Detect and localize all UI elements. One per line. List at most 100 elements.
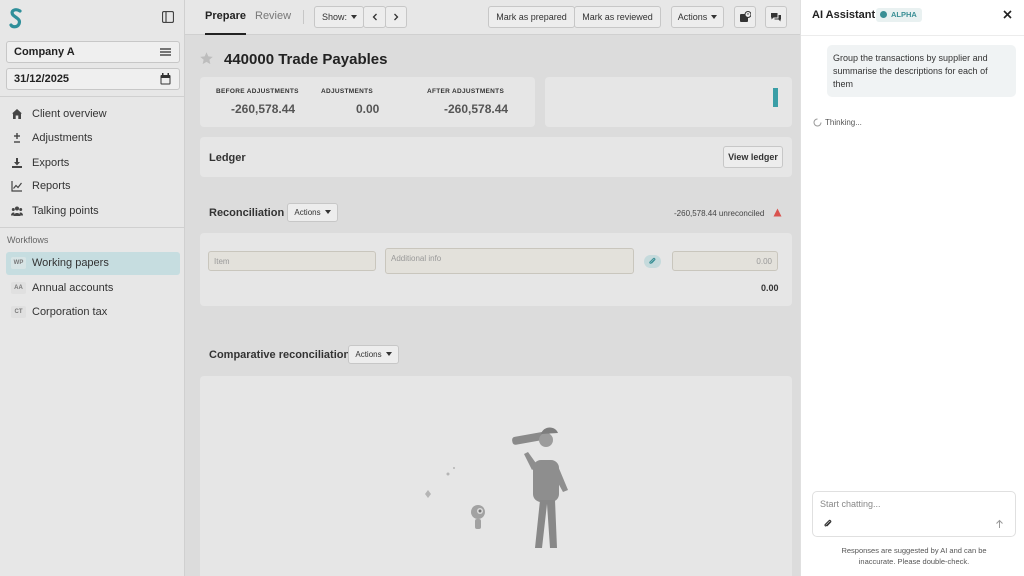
comparative-empty-state	[200, 376, 792, 576]
nav-annual-accounts[interactable]: AA Annual accounts	[6, 277, 180, 299]
company-select[interactable]: Company A	[6, 41, 180, 63]
chevron-down-icon	[324, 210, 331, 214]
actions-label: Actions	[294, 208, 321, 217]
sidebar: Company A 31/12/2025 Client overview Adj…	[0, 0, 185, 576]
nav-adjustments[interactable]: Adjustments	[6, 127, 180, 149]
calendar-icon	[160, 73, 171, 85]
nav-label: Client overview	[32, 108, 107, 120]
paperclip-icon[interactable]	[823, 519, 833, 529]
history-button[interactable]	[734, 6, 756, 28]
panel-divider	[801, 35, 1024, 36]
toolbar-separator	[303, 10, 304, 24]
comparative-actions-button[interactable]: Actions	[348, 345, 399, 364]
unreconciled-amount: -260,578.44 unreconciled	[674, 209, 765, 218]
reconciliation-actions-button[interactable]: Actions	[287, 203, 338, 222]
warning-icon	[773, 208, 782, 217]
show-label: Show:	[322, 12, 348, 22]
stat-value: -260,578.44	[444, 102, 509, 116]
home-icon	[12, 109, 22, 119]
chevron-down-icon	[385, 352, 392, 356]
comments-icon	[771, 13, 781, 22]
main-content: 440000 Trade Payables BEFORE ADJUSTMENTS…	[185, 35, 800, 576]
top-toolbar: Prepare Review Show: Mark as prepared Ma…	[185, 0, 800, 35]
stat-label: ADJUSTMENTS	[321, 88, 374, 95]
ledger-card: Ledger View ledger	[200, 137, 792, 177]
balance-indicator-bar	[773, 88, 778, 107]
chart-icon	[11, 181, 22, 192]
stat-value: 0.00	[356, 102, 380, 116]
actions-label: Actions	[355, 350, 382, 359]
next-button[interactable]	[385, 6, 407, 28]
nav-corporation-tax[interactable]: CT Corporation tax	[6, 301, 180, 323]
balances-card: BEFORE ADJUSTMENTS -260,578.44 ADJUSTMEN…	[200, 77, 535, 127]
stat-label: BEFORE ADJUSTMENTS	[216, 88, 299, 95]
disclaimer-line: inaccurate. Please double-check.	[858, 557, 970, 566]
reconciliation-total: 0.00	[761, 283, 779, 293]
nav-exports[interactable]: Exports	[6, 152, 180, 174]
balance-indicator-card	[545, 77, 792, 127]
period-date: 31/12/2025	[14, 73, 70, 85]
workflow-abbr: CT	[11, 306, 26, 318]
page-title: 440000 Trade Payables	[224, 51, 388, 68]
nav-talking-points[interactable]: Talking points	[6, 200, 180, 222]
app-logo[interactable]	[9, 7, 23, 29]
ledger-heading: Ledger	[209, 152, 246, 164]
nav-label: Working papers	[32, 257, 109, 269]
sidebar-divider	[0, 227, 185, 228]
sidebar-divider	[0, 96, 185, 97]
attach-button[interactable]	[644, 255, 661, 268]
chat-input[interactable]: Start chatting...	[820, 499, 881, 509]
mark-as-prepared-button[interactable]: Mark as prepared	[488, 6, 575, 28]
workflow-abbr: AA	[11, 282, 26, 294]
send-arrow-icon[interactable]	[995, 519, 1004, 529]
thinking-status: Thinking...	[825, 118, 862, 127]
chevron-down-icon	[351, 15, 358, 19]
nav-label: Adjustments	[32, 132, 93, 144]
workflows-heading: Workflows	[7, 235, 49, 245]
nav-client-overview[interactable]: Client overview	[6, 103, 180, 125]
paperclip-icon	[649, 257, 656, 264]
nav-label: Talking points	[32, 205, 99, 217]
period-date-select[interactable]: 31/12/2025	[6, 68, 180, 90]
chevron-left-icon	[372, 13, 377, 21]
actions-label: Actions	[677, 12, 708, 22]
chevron-down-icon	[711, 15, 718, 19]
chevron-right-icon	[394, 13, 399, 21]
nav-label: Reports	[32, 180, 71, 192]
comments-button[interactable]	[765, 6, 787, 28]
comparative-heading: Comparative reconciliation	[209, 349, 351, 361]
sidebar-collapse-icon[interactable]	[162, 11, 174, 23]
user-message-bubble: Group the transactions by supplier and s…	[827, 45, 1016, 97]
menu-icon	[160, 48, 171, 56]
stat-value: -260,578.44	[231, 102, 296, 116]
alpha-badge: ALPHA	[876, 8, 922, 22]
nav-label: Exports	[32, 157, 70, 169]
workflow-abbr: WP	[11, 257, 26, 269]
tab-prepare[interactable]: Prepare	[205, 10, 246, 35]
chat-input-box[interactable]: Start chatting...	[812, 491, 1016, 537]
close-icon[interactable]	[1003, 10, 1012, 19]
nav-working-papers[interactable]: WP Working papers	[6, 252, 180, 275]
empty-state-illustration	[425, 427, 568, 548]
reconciliation-heading: Reconciliation	[209, 207, 285, 219]
star-icon[interactable]	[199, 51, 214, 66]
company-name: Company A	[14, 46, 75, 58]
ai-disclaimer: Responses are suggested by AI and can be…	[812, 545, 1016, 567]
nav-reports[interactable]: Reports	[6, 175, 180, 197]
item-input[interactable]: Item	[208, 251, 376, 271]
show-filter-button[interactable]: Show:	[314, 6, 364, 28]
plus-minus-icon	[14, 133, 20, 143]
mark-as-reviewed-button[interactable]: Mark as reviewed	[574, 6, 661, 28]
loading-spinner-icon	[813, 118, 822, 127]
history-icon	[740, 11, 752, 22]
previous-button[interactable]	[363, 6, 386, 28]
nav-label: Corporation tax	[32, 306, 108, 318]
additional-info-textarea[interactable]: Additional info	[385, 248, 634, 274]
amount-input[interactable]: 0.00	[672, 251, 778, 271]
disclaimer-line: Responses are suggested by AI and can be	[841, 546, 987, 555]
assistant-title: AI Assistant	[812, 9, 876, 21]
view-ledger-button[interactable]: View ledger	[723, 146, 783, 168]
reconciliation-card: Item Additional info 0.00 0.00	[200, 233, 792, 306]
tab-review[interactable]: Review	[255, 10, 291, 22]
actions-button[interactable]: Actions	[671, 6, 724, 28]
